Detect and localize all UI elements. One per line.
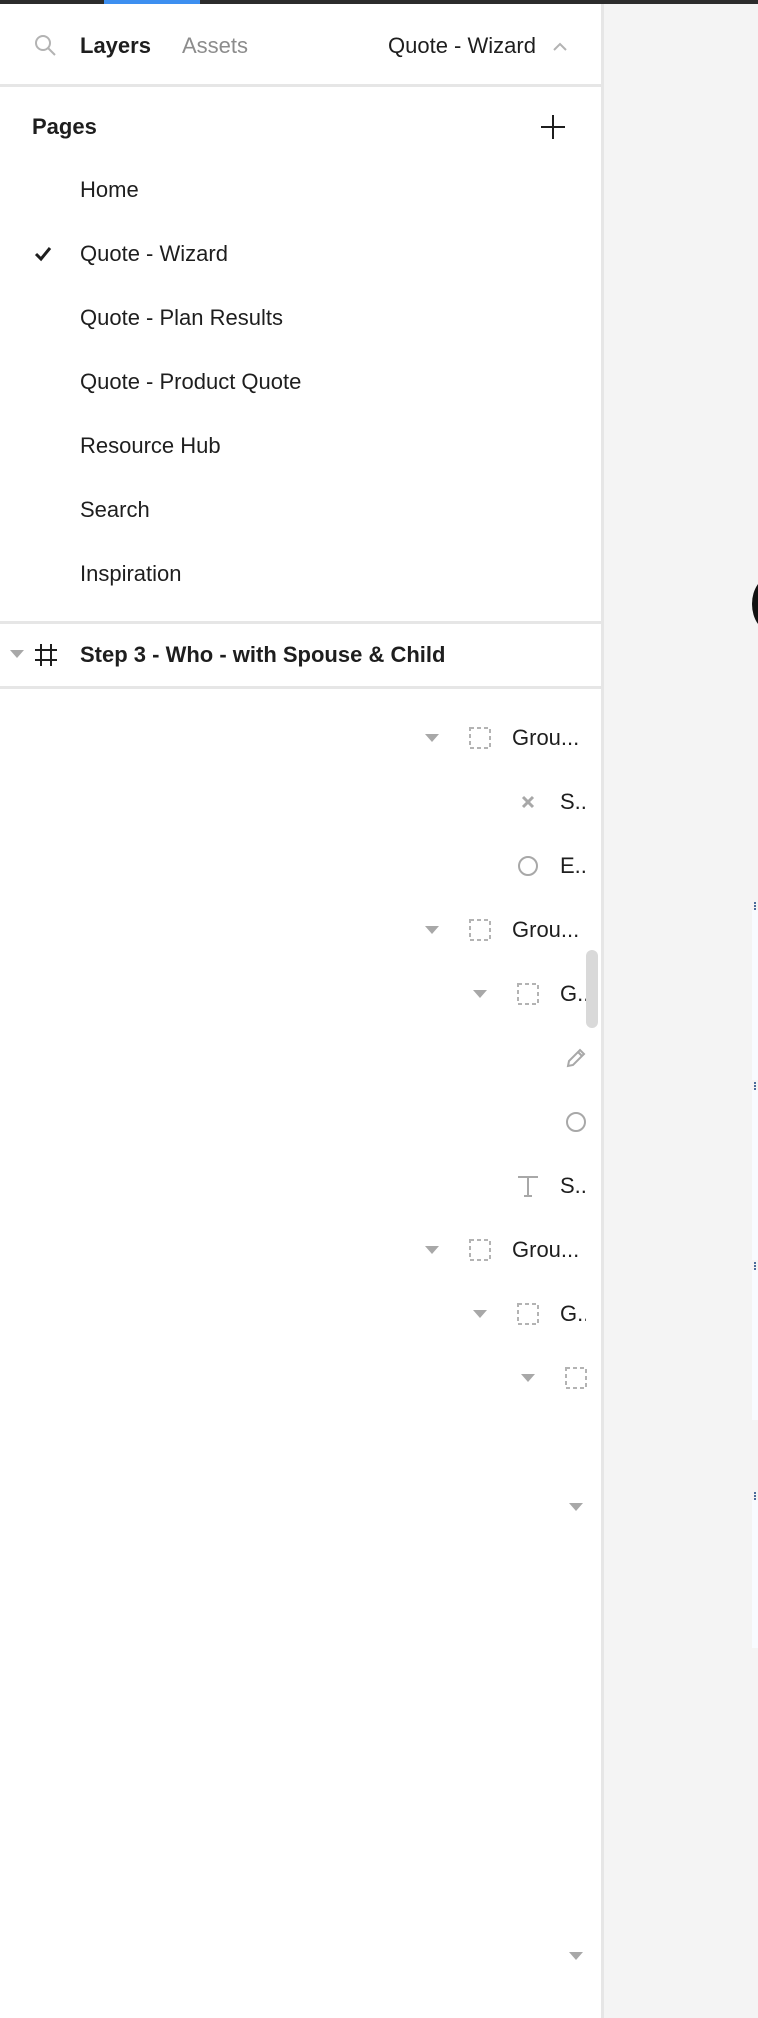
page-item-label: Quote - Product Quote (80, 369, 302, 394)
page-item-quote-plan-results[interactable]: Quote - Plan Results (0, 286, 601, 350)
canvas-card-marker (754, 1082, 758, 1090)
canvas-card-marker (754, 902, 758, 910)
group-icon (517, 1303, 539, 1325)
group-icon (565, 1367, 587, 1389)
text-icon (518, 1176, 538, 1197)
group-icon (469, 727, 491, 749)
search-icon[interactable] (34, 34, 56, 56)
caret-down-icon[interactable] (569, 1503, 583, 1511)
caret-down-icon[interactable] (473, 1310, 487, 1318)
layer-label: G.. (560, 1301, 586, 1326)
caret-down-icon[interactable] (425, 734, 439, 742)
page-item-label: Quote - Plan Results (80, 305, 283, 330)
tab-assets[interactable]: Assets (182, 33, 248, 59)
layer-row[interactable]: G.. (0, 1282, 590, 1346)
layer-row[interactable]: E.. (0, 834, 590, 898)
group-icon (469, 1239, 491, 1261)
page-item-label: Resource Hub (80, 433, 221, 458)
tab-layers[interactable]: Layers (80, 33, 151, 59)
page-item-search[interactable]: Search (0, 478, 601, 542)
layer-row[interactable]: S.. (0, 770, 590, 834)
pages-section-title: Pages (32, 114, 97, 139)
layer-label: Grou... (512, 917, 580, 942)
group-icon (517, 983, 539, 1005)
layer-label: Grou... (512, 725, 580, 750)
canvas-card-marker (754, 1492, 758, 1500)
current-page-label: Quote - Wizard (388, 33, 536, 58)
ellipse-icon (518, 856, 538, 876)
caret-down-icon[interactable] (10, 650, 24, 658)
page-item-label: Quote - Wizard (80, 241, 228, 266)
caret-down-icon[interactable] (569, 1952, 583, 1960)
page-item-label: Search (80, 497, 150, 522)
canvas-card-marker (754, 1262, 758, 1270)
canvas-card[interactable] (752, 910, 758, 1080)
layer-row[interactable]: Grou... (0, 1218, 590, 1282)
caret-down-icon[interactable] (473, 990, 487, 998)
layer-row[interactable] (0, 1346, 590, 1410)
layer-row[interactable] (0, 1026, 590, 1090)
layers-scrollbar[interactable] (586, 950, 598, 1028)
layer-frame-step3[interactable]: Step 3 - Who - with Spouse & Child (0, 624, 601, 686)
layer-label: Grou... (512, 1237, 580, 1262)
canvas-shape[interactable] (752, 576, 758, 632)
plus-icon[interactable] (540, 114, 566, 140)
layer-label: G.. (560, 981, 586, 1006)
ellipse-icon (566, 1112, 586, 1132)
layer-row[interactable]: G.. (0, 962, 590, 1026)
chevron-up-icon (553, 42, 567, 51)
pencil-icon (566, 1048, 586, 1068)
page-item-quote-product-quote[interactable]: Quote - Product Quote (0, 350, 601, 414)
page-switcher[interactable]: Quote - Wizard (388, 33, 568, 59)
layer-label: S.. (560, 1173, 586, 1198)
page-item-home[interactable]: Home (0, 158, 601, 222)
design-canvas[interactable] (604, 4, 758, 2018)
caret-down-icon[interactable] (425, 1246, 439, 1254)
layer-label: S.. (560, 789, 586, 814)
caret-down-icon[interactable] (521, 1374, 535, 1382)
canvas-card[interactable] (752, 1090, 758, 1260)
layer-row[interactable]: Grou... (0, 706, 590, 770)
frame-icon (35, 644, 57, 666)
layers-panel: Layers Assets Quote - Wizard Pages Home … (0, 4, 601, 2018)
canvas-card[interactable] (752, 1500, 758, 1648)
checkmark-icon (34, 247, 52, 262)
caret-down-icon[interactable] (425, 926, 439, 934)
panel-header: Layers Assets Quote - Wizard (0, 4, 601, 87)
page-item-quote-wizard[interactable]: Quote - Wizard (0, 222, 601, 286)
group-icon (469, 919, 491, 941)
layer-row[interactable]: S.. (0, 1154, 590, 1218)
layer-label: E.. (560, 853, 586, 878)
page-item-label: Inspiration (80, 561, 182, 586)
frame-label: Step 3 - Who - with Spouse & Child (80, 642, 446, 667)
canvas-card[interactable] (752, 1270, 758, 1420)
frame-divider (0, 686, 601, 689)
layer-row[interactable] (0, 1090, 590, 1154)
page-item-label: Home (80, 177, 139, 202)
page-item-inspiration[interactable]: Inspiration (0, 542, 601, 606)
layer-row[interactable]: Grou... (0, 898, 590, 962)
page-item-resource-hub[interactable]: Resource Hub (0, 414, 601, 478)
close-icon (521, 795, 535, 809)
